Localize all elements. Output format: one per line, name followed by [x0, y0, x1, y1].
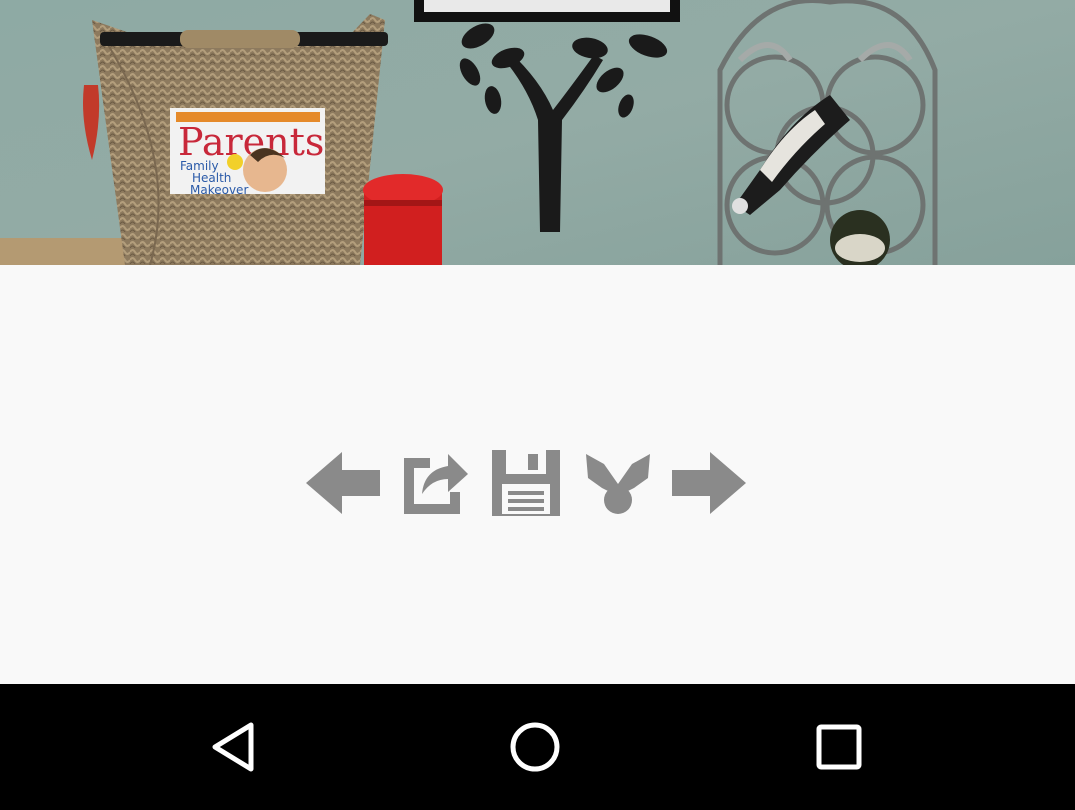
back-triangle-icon	[212, 722, 254, 772]
previous-button[interactable]	[296, 445, 388, 521]
next-button[interactable]	[664, 445, 756, 521]
arrow-left-icon	[306, 452, 380, 514]
system-navigation-bar	[0, 684, 1075, 810]
home-circle-icon	[510, 722, 560, 772]
photo-viewer-image: Parents Family Health Makeover	[0, 0, 1075, 265]
set-as-button[interactable]	[572, 445, 664, 521]
recents-button[interactable]	[769, 684, 909, 810]
red-post-box	[363, 174, 443, 265]
image-actions-panel	[0, 265, 1075, 684]
arrow-right-icon	[672, 452, 746, 514]
svg-text:Makeover: Makeover	[190, 183, 248, 197]
save-button[interactable]	[480, 445, 572, 521]
recents-square-icon	[816, 724, 862, 770]
back-button[interactable]	[163, 684, 303, 810]
set-as-icon	[586, 454, 650, 514]
home-button[interactable]	[465, 684, 605, 810]
image-action-toolbar	[296, 445, 776, 521]
magazine: Parents Family Health Makeover	[170, 108, 325, 197]
share-button[interactable]	[388, 445, 480, 521]
floppy-disk-icon	[492, 450, 560, 516]
share-icon	[404, 454, 468, 514]
